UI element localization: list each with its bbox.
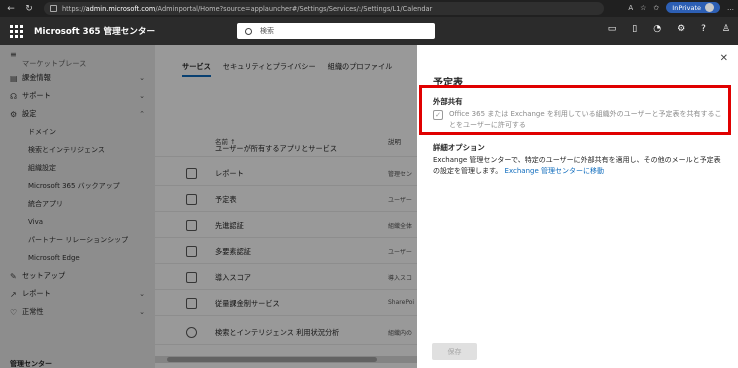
back-arrow-icon[interactable]: ← [4, 2, 18, 16]
browser-toolbar: ← ↻ https://admin.microsoft.com/Adminpor… [0, 0, 738, 17]
search-icon [245, 27, 252, 35]
detail-options-text: Exchange 管理センターで、特定のユーザーに外部共有を適用し、その他のメー… [433, 155, 727, 177]
profile-avatar [705, 3, 714, 12]
gear-icon[interactable]: ⚙ [677, 24, 685, 34]
exchange-admin-link[interactable]: Exchange 管理センターに移動 [505, 167, 604, 175]
inprivate-badge[interactable]: InPrivate [666, 2, 720, 13]
modal-overlay[interactable] [0, 45, 417, 368]
search-input[interactable]: 検索 [237, 23, 435, 39]
url-host: admin.microsoft.com [85, 4, 156, 13]
app-header: Microsoft 365 管理センター 検索 ▭ ▯ ◔ ⚙ ? ♙ [0, 17, 738, 45]
close-icon[interactable]: ✕ [720, 53, 728, 64]
inprivate-label: InPrivate [672, 3, 701, 12]
app-launcher-icon[interactable] [8, 23, 24, 39]
help-icon[interactable]: ? [701, 24, 706, 34]
url-path: /Adminportal/Home?source=applauncher#/Se… [155, 4, 433, 13]
lock-icon [50, 5, 57, 12]
bell-icon[interactable]: ◔ [653, 24, 661, 34]
read-aloud-icon[interactable]: A [628, 4, 633, 12]
terminal-icon[interactable]: ▭ [608, 24, 617, 34]
url-prefix: https:// [62, 4, 86, 13]
save-button[interactable]: 保存 [432, 343, 477, 360]
refresh-icon[interactable]: ↻ [22, 2, 36, 16]
document-icon[interactable]: ▯ [632, 24, 637, 34]
account-icon[interactable]: ♙ [722, 24, 730, 34]
address-bar[interactable]: https://admin.microsoft.com/Adminportal/… [44, 2, 604, 15]
app-title: Microsoft 365 管理センター [34, 27, 156, 37]
search-placeholder: 検索 [260, 27, 274, 35]
favorites-icon[interactable]: ✩ [653, 4, 659, 12]
highlight-box [419, 85, 731, 135]
more-icon[interactable]: … [727, 4, 734, 12]
favorite-star-icon[interactable]: ☆ [640, 4, 646, 12]
detail-options-title: 詳細オプション [433, 143, 485, 152]
